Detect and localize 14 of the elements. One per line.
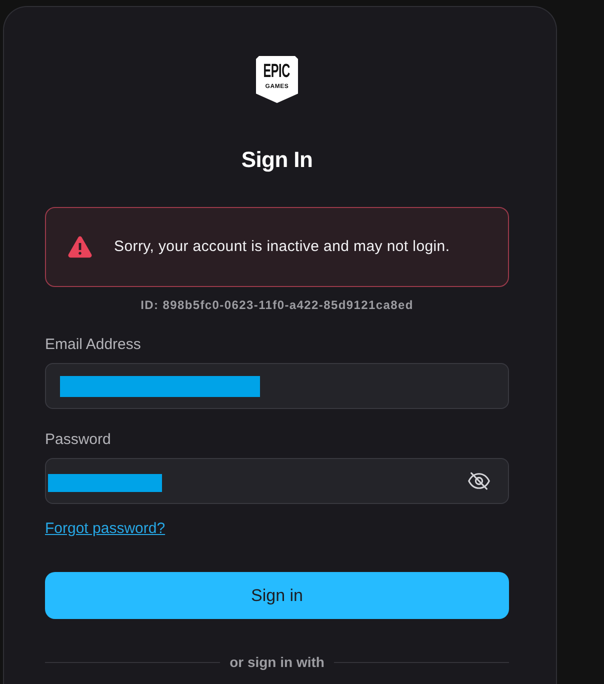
field-label: Password bbox=[45, 431, 111, 449]
error-reference-id: ID: 898b5fc0-0623-11f0-a422-85d9121ca8ed bbox=[140, 298, 414, 312]
eye-slash-icon bbox=[468, 470, 490, 492]
divider-text: or sign in with bbox=[230, 653, 324, 671]
page-title: Sign In bbox=[241, 146, 313, 174]
warning-icon bbox=[68, 236, 92, 258]
logo-wordmark: EPIC bbox=[264, 63, 290, 80]
forgot-password-link[interactable]: Forgot password? bbox=[45, 520, 166, 538]
alert-message: Sorry, your account is inactive and may not login. bbox=[114, 238, 450, 256]
sign-in-button[interactable]: Sign in bbox=[45, 572, 509, 619]
email-field[interactable] bbox=[45, 363, 509, 409]
password-field[interactable] bbox=[45, 458, 509, 504]
field-label: Email Address bbox=[45, 336, 141, 354]
password-visibility-toggle[interactable] bbox=[468, 470, 490, 492]
